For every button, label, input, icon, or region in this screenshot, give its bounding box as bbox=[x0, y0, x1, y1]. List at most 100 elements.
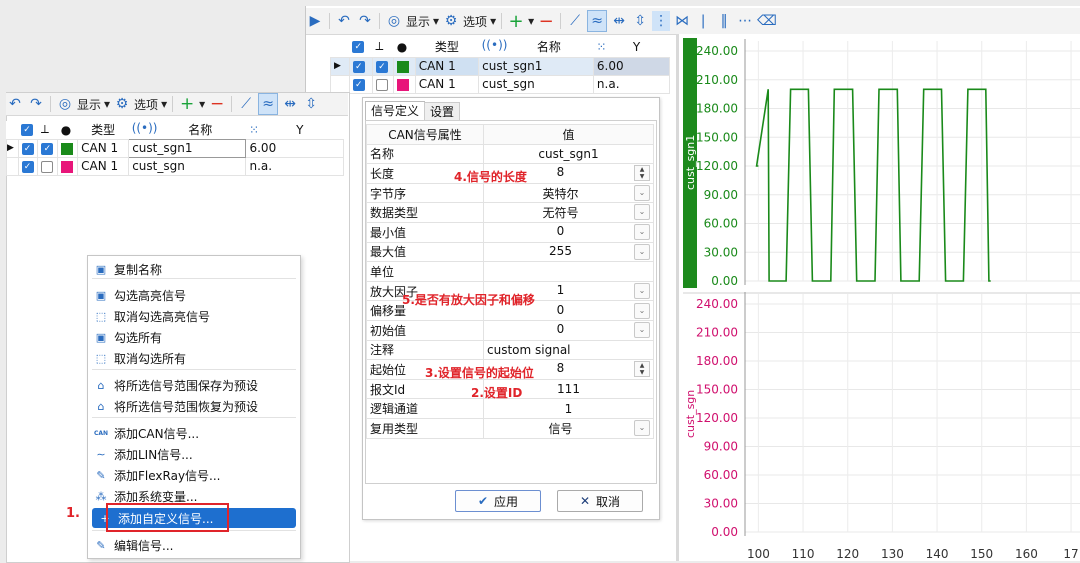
select-all-checkbox[interactable]: ✓ bbox=[21, 124, 34, 137]
property-value[interactable]: ⌄ 0 bbox=[483, 221, 654, 243]
row-name[interactable]: cust_sgn bbox=[478, 74, 594, 94]
chevron-down-icon[interactable]: ▾ bbox=[161, 97, 167, 111]
menu-item[interactable]: ✎ 编辑信号... bbox=[88, 535, 296, 555]
chart-line-icon[interactable]: ⟋ bbox=[237, 94, 255, 114]
search-icon[interactable]: ◎ bbox=[385, 11, 403, 31]
dropdown-chevron-icon[interactable]: ⌄ bbox=[634, 322, 650, 339]
row-name[interactable]: cust_sgn1 bbox=[128, 138, 247, 158]
property-value[interactable]: ⌄ 0 bbox=[483, 319, 654, 341]
chevron-down-icon[interactable]: ▾ bbox=[199, 97, 205, 111]
property-row[interactable]: 最小值 ⌄ 0 bbox=[366, 221, 654, 243]
property-value[interactable]: 1 bbox=[483, 398, 654, 419]
color-swatch[interactable] bbox=[61, 142, 74, 155]
property-value[interactable]: cust_sgn1 bbox=[483, 143, 654, 165]
menu-item[interactable]: ∼ 添加LIN信号... bbox=[88, 444, 296, 464]
remove-icon[interactable]: − bbox=[208, 94, 226, 114]
redo-icon[interactable]: ↷ bbox=[27, 94, 45, 114]
row-visible-checkbox[interactable] bbox=[375, 78, 388, 91]
redo-icon[interactable]: ↷ bbox=[356, 11, 374, 31]
options-menu[interactable]: 选项 bbox=[134, 96, 158, 113]
row-visible-checkbox[interactable]: ✓ bbox=[375, 60, 388, 73]
dropdown-chevron-icon[interactable]: ⌄ bbox=[634, 302, 650, 319]
property-row[interactable]: 逻辑通道 1 bbox=[366, 398, 654, 419]
dropdown-chevron-icon[interactable]: ⌄ bbox=[634, 283, 650, 300]
property-row[interactable]: 名称 cust_sgn1 bbox=[366, 143, 654, 165]
display-menu[interactable]: 显示 bbox=[77, 96, 101, 113]
spinner-icon[interactable]: ▲ ▼ bbox=[634, 361, 650, 378]
add-icon[interactable]: + bbox=[178, 94, 196, 114]
row-checkbox[interactable]: ✓ bbox=[21, 160, 34, 173]
options-menu[interactable]: 选项 bbox=[463, 13, 487, 30]
select-all-checkbox[interactable]: ✓ bbox=[352, 41, 365, 54]
property-row[interactable]: 注释 custom signal bbox=[366, 339, 654, 361]
eraser-icon[interactable]: ⌫ bbox=[757, 11, 777, 31]
table-row[interactable]: ▶ ✓ ✓ CAN 1 cust_sgn1 6.00 bbox=[6, 138, 344, 158]
menu-item[interactable]: ▣ 勾选高亮信号 bbox=[88, 285, 296, 305]
add-icon[interactable]: + bbox=[507, 11, 525, 32]
menu-item[interactable]: ⬚ 取消勾选所有 bbox=[88, 348, 296, 368]
menu-item[interactable]: ▣ 勾选所有 bbox=[88, 327, 296, 347]
menu-item[interactable]: ▣ 复制名称 bbox=[88, 259, 296, 279]
chart-line-icon[interactable]: ⟋ bbox=[566, 11, 584, 31]
remove-icon[interactable]: − bbox=[537, 11, 555, 32]
dropdown-chevron-icon[interactable]: ⌄ bbox=[634, 204, 650, 221]
search-icon[interactable]: ◎ bbox=[56, 94, 74, 114]
marker-b-icon[interactable]: ‖ bbox=[715, 11, 733, 31]
gear-icon[interactable]: ⚙ bbox=[113, 94, 131, 114]
property-row[interactable]: 单位 bbox=[366, 261, 654, 282]
table-row[interactable]: ✓ CAN 1 cust_sgn n.a. bbox=[6, 156, 344, 176]
row-checkbox[interactable]: ✓ bbox=[352, 60, 365, 73]
menu-item[interactable]: ⌂ 将所选信号范围恢复为预设 bbox=[88, 396, 296, 416]
fit-x-icon[interactable]: ⇹ bbox=[281, 94, 299, 114]
property-row[interactable]: 字节序 ⌄ 英特尔 bbox=[366, 182, 654, 204]
dropdown-chevron-icon[interactable]: ⌄ bbox=[634, 419, 650, 436]
row-visible-checkbox[interactable] bbox=[41, 160, 54, 173]
row-name[interactable]: cust_sgn bbox=[128, 156, 247, 176]
property-row[interactable]: 最大值 ⌄ 255 bbox=[366, 241, 654, 263]
fit-x-icon[interactable]: ⇹ bbox=[610, 11, 628, 31]
property-value[interactable]: custom signal bbox=[483, 339, 654, 361]
dropdown-chevron-icon[interactable]: ⌄ bbox=[634, 184, 650, 201]
color-swatch[interactable] bbox=[397, 60, 410, 73]
chevron-down-icon[interactable]: ▾ bbox=[104, 97, 110, 111]
chevron-down-icon[interactable]: ▾ bbox=[433, 14, 439, 28]
undo-icon[interactable]: ↶ bbox=[6, 94, 24, 114]
marker-a-icon[interactable]: ❘ bbox=[694, 11, 712, 31]
row-checkbox[interactable]: ✓ bbox=[352, 78, 365, 91]
property-row[interactable]: 复用类型 ⌄ 信号 bbox=[366, 417, 654, 439]
wave-icon[interactable]: ≈ bbox=[587, 10, 608, 32]
color-swatch[interactable] bbox=[397, 78, 410, 91]
cancel-button[interactable]: ✕ 取消 bbox=[557, 490, 643, 512]
undo-icon[interactable]: ↶ bbox=[335, 11, 353, 31]
property-value[interactable]: ⌄ 255 bbox=[483, 241, 654, 263]
cursor-icon[interactable]: ⋮ bbox=[652, 11, 671, 31]
property-value[interactable]: ⌄ 英特尔 bbox=[483, 182, 654, 204]
chevron-down-icon[interactable]: ▾ bbox=[490, 14, 496, 28]
table-row[interactable]: ✓ CAN 1 cust_sgn n.a. bbox=[330, 74, 671, 94]
row-visible-checkbox[interactable]: ✓ bbox=[41, 142, 54, 155]
tab-signal-definition[interactable]: 信号定义 bbox=[365, 101, 425, 121]
property-value[interactable]: ⌄ 无符号 bbox=[483, 202, 654, 223]
property-row[interactable]: 初始值 ⌄ 0 bbox=[366, 319, 654, 341]
property-value[interactable]: ⌄ 信号 bbox=[483, 417, 654, 439]
chevron-down-icon[interactable]: ▾ bbox=[528, 14, 534, 28]
row-checkbox[interactable]: ✓ bbox=[21, 142, 34, 155]
table-row[interactable]: ▶ ✓ ✓ CAN 1 cust_sgn1 6.00 bbox=[330, 56, 671, 76]
menu-item[interactable]: ✎ 添加FlexRay信号... bbox=[88, 465, 296, 485]
fit-y-icon[interactable]: ⇳ bbox=[631, 11, 649, 31]
apply-button[interactable]: ✔ 应用 bbox=[455, 490, 541, 512]
menu-item[interactable]: ⬚ 取消勾选高亮信号 bbox=[88, 306, 296, 326]
menu-item[interactable]: CAN 添加CAN信号... bbox=[88, 423, 296, 443]
play-icon[interactable]: ▶ bbox=[306, 11, 324, 31]
dropdown-chevron-icon[interactable]: ⌄ bbox=[634, 243, 650, 260]
gear-icon[interactable]: ⚙ bbox=[442, 11, 460, 31]
dropdown-chevron-icon[interactable]: ⌄ bbox=[634, 224, 650, 241]
more-icon[interactable]: ⋯ bbox=[736, 11, 754, 31]
menu-item[interactable]: ⌂ 将所选信号范围保存为预设 bbox=[88, 375, 296, 395]
display-menu[interactable]: 显示 bbox=[406, 13, 430, 30]
spinner-icon[interactable]: ▲ ▼ bbox=[634, 165, 650, 182]
property-value[interactable] bbox=[483, 261, 654, 282]
color-swatch[interactable] bbox=[61, 160, 74, 173]
tab-settings[interactable]: 设置 bbox=[424, 102, 460, 121]
row-name[interactable]: cust_sgn1 bbox=[478, 56, 594, 76]
